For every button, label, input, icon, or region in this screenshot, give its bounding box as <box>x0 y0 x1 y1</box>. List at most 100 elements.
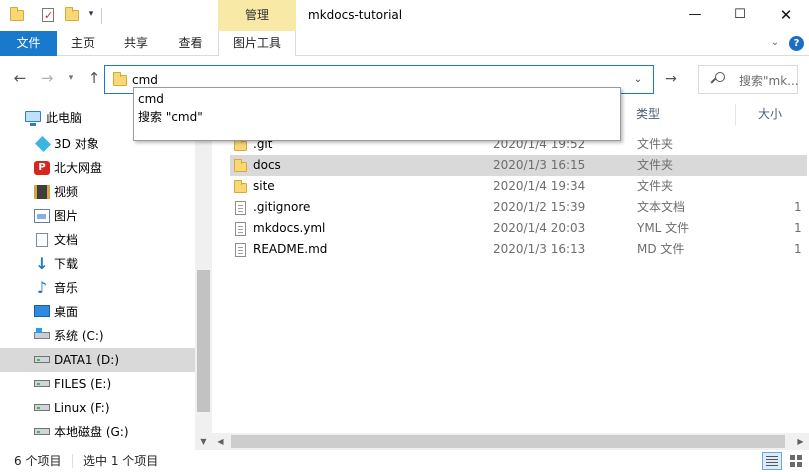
cloud-drive-icon: P <box>34 161 50 175</box>
file-name: site <box>253 179 275 193</box>
title-bar: ✓ ▾ 管理 mkdocs-tutorial — ☐ ✕ <box>0 0 809 31</box>
status-bar: 6 个项目 选中 1 个项目 <box>0 450 809 472</box>
sidebar-item-label: 桌面 <box>54 305 79 319</box>
contextual-tab-manage: 管理 <box>218 0 296 31</box>
details-view-icon[interactable] <box>762 452 782 470</box>
documents-icon <box>36 233 48 247</box>
sidebar-scrollbar[interactable]: ▲ ▼ <box>195 102 212 450</box>
drive-icon <box>34 404 50 411</box>
back-arrow-icon[interactable]: ← <box>10 68 30 88</box>
sidebar-item-linux-f[interactable]: Linux (F:) <box>0 396 195 420</box>
sidebar-item-pictures[interactable]: 图片 <box>0 204 195 228</box>
status-divider <box>72 454 73 468</box>
table-row[interactable]: site 2020/1/4 19:34 文件夹 <box>230 176 807 197</box>
sidebar-item-label: 视频 <box>54 185 79 199</box>
table-row[interactable]: README.md 2020/1/3 16:13 MD 文件 1 <box>230 239 807 260</box>
sidebar-item-music[interactable]: ♪ 音乐 <box>0 276 195 300</box>
sidebar-item-local-g[interactable]: 本地磁盘 (G:) <box>0 420 195 444</box>
tab-picture-tools[interactable]: 图片工具 <box>218 31 296 56</box>
chevron-down-icon[interactable]: ⌄ <box>768 35 782 51</box>
table-row[interactable]: mkdocs.yml 2020/1/4 20:03 YML 文件 1 <box>230 218 807 239</box>
search-icon <box>710 72 725 86</box>
ribbon-tab-bar: 文件 主页 共享 查看 图片工具 ⌄ ? <box>0 31 809 56</box>
file-date: 2020/1/2 15:39 <box>493 200 586 214</box>
up-arrow-icon[interactable]: ↑ <box>84 68 104 88</box>
navigation-pane: 此电脑 3D 对象 P 北大网盘 视频 图片 文档 ↓ 下载 ♪ 音乐 桌面 系… <box>0 102 212 450</box>
maximize-button[interactable]: ☐ <box>717 0 763 31</box>
file-name: docs <box>253 158 281 172</box>
scroll-left-icon[interactable]: ◀ <box>212 433 229 450</box>
column-header-size[interactable]: 大小 <box>758 102 782 127</box>
file-list: 类型 大小 .git 2020/1/4 19:52 文件夹 docs 2020/… <box>212 102 809 433</box>
music-icon: ♪ <box>36 278 48 297</box>
desktop-icon <box>34 305 50 317</box>
file-type: 文件夹 <box>637 158 674 172</box>
autocomplete-item-search[interactable]: 搜索 "cmd" <box>138 108 203 126</box>
forward-arrow-icon[interactable]: → <box>37 68 57 88</box>
sidebar-item-label: 文档 <box>54 233 79 247</box>
sidebar-item-data1-d[interactable]: DATA1 (D:) <box>0 348 195 372</box>
drive-icon <box>34 428 50 435</box>
large-icons-view-icon[interactable] <box>786 452 806 470</box>
sidebar-item-system-c[interactable]: 系统 (C:) <box>0 324 195 348</box>
new-folder-icon[interactable] <box>64 7 80 23</box>
column-divider[interactable] <box>735 104 736 126</box>
file-size: 1 <box>794 242 802 256</box>
scroll-down-icon[interactable]: ▼ <box>195 433 212 450</box>
chevron-down-icon[interactable]: ⌄ <box>631 71 645 89</box>
scroll-thumb[interactable] <box>197 270 210 412</box>
tab-view[interactable]: 查看 <box>163 31 218 56</box>
pictures-icon <box>34 209 50 223</box>
go-arrow-icon[interactable]: → <box>660 68 682 90</box>
minimize-button[interactable]: — <box>672 0 718 31</box>
search-box[interactable]: 搜索"mk... <box>698 65 799 94</box>
customize-dropdown-icon[interactable]: ▾ <box>86 9 96 21</box>
scroll-right-icon[interactable]: ▶ <box>792 433 809 450</box>
folder-icon <box>113 72 127 87</box>
sidebar-item-videos[interactable]: 视频 <box>0 180 195 204</box>
help-icon[interactable]: ? <box>789 36 804 51</box>
close-button[interactable]: ✕ <box>763 0 809 31</box>
file-date: 2020/1/4 19:34 <box>493 179 586 193</box>
file-name: mkdocs.yml <box>253 221 326 235</box>
file-icon <box>234 221 248 236</box>
sidebar-item-label: 本地磁盘 (G:) <box>54 425 129 439</box>
table-row[interactable]: docs 2020/1/3 16:15 文件夹 <box>230 155 807 176</box>
sidebar-item-label: 图片 <box>54 209 79 223</box>
sidebar-item-label: 下载 <box>54 257 79 271</box>
file-type: 文件夹 <box>637 137 674 151</box>
tab-share[interactable]: 共享 <box>109 31 163 56</box>
downloads-icon: ↓ <box>35 254 49 273</box>
sidebar-item-label: 此电脑 <box>46 111 83 125</box>
column-header-type[interactable]: 类型 <box>636 102 660 127</box>
sidebar-item-downloads[interactable]: ↓ 下载 <box>0 252 195 276</box>
video-icon <box>34 185 50 199</box>
sidebar-item-documents[interactable]: 文档 <box>0 228 195 252</box>
file-date: 2020/1/4 20:03 <box>493 221 586 235</box>
table-row[interactable]: .gitignore 2020/1/2 15:39 文本文档 1 <box>230 197 807 218</box>
file-icon <box>234 242 248 257</box>
sidebar-item-label: Linux (F:) <box>54 401 110 415</box>
tab-home[interactable]: 主页 <box>57 31 109 56</box>
file-date: 2020/1/3 16:15 <box>493 158 586 172</box>
recent-locations-icon[interactable]: ▾ <box>64 68 78 88</box>
sidebar-item-files-e[interactable]: FILES (E:) <box>0 372 195 396</box>
file-size: 1 <box>794 200 802 214</box>
sidebar-item-desktop[interactable]: 桌面 <box>0 300 195 324</box>
properties-icon[interactable]: ✓ <box>40 7 56 23</box>
autocomplete-item[interactable]: cmd <box>138 90 164 108</box>
sidebar-item-label: 3D 对象 <box>54 137 99 151</box>
file-type: 文本文档 <box>637 200 686 214</box>
sidebar-item-cloud-drive[interactable]: P 北大网盘 <box>0 156 195 180</box>
file-name: .gitignore <box>253 200 311 214</box>
folder-icon <box>9 7 25 23</box>
quick-access-divider <box>101 8 102 24</box>
tab-file[interactable]: 文件 <box>0 31 57 56</box>
file-type: YML 文件 <box>637 221 690 235</box>
horizontal-scrollbar[interactable]: ◀ ▶ <box>212 433 809 450</box>
sidebar-item-label: 北大网盘 <box>54 161 103 175</box>
sidebar-item-label: 系统 (C:) <box>54 329 104 343</box>
scroll-thumb[interactable] <box>231 435 785 448</box>
3d-objects-icon <box>35 136 51 152</box>
sidebar-item-label: DATA1 (D:) <box>54 353 120 367</box>
